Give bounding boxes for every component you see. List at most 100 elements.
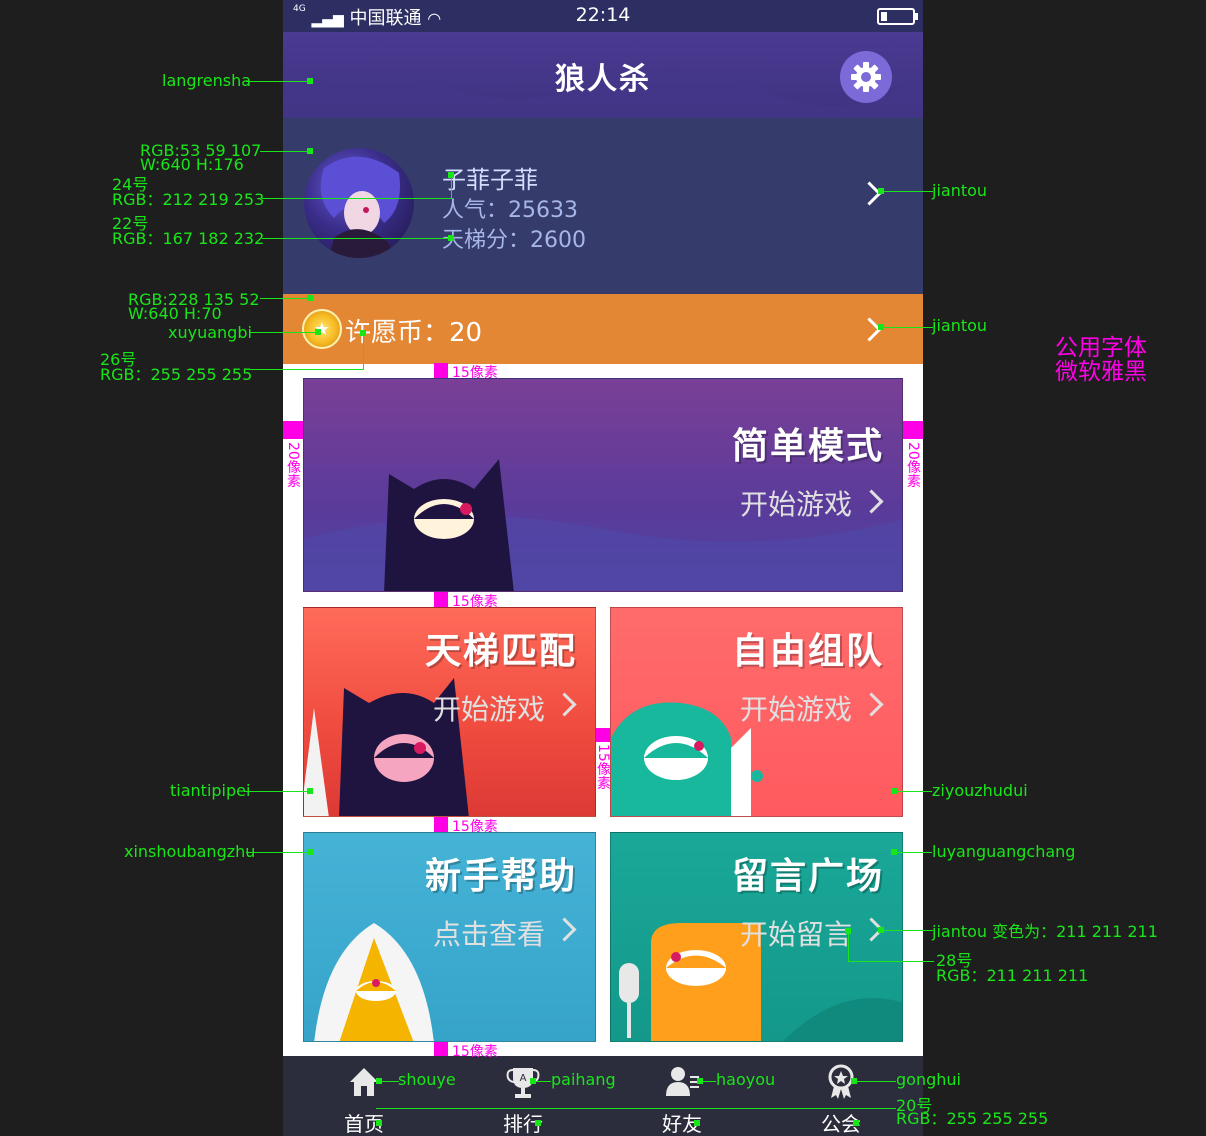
annotation-line — [260, 151, 310, 152]
card-action: 开始留言 — [739, 918, 852, 951]
simple-mode-card[interactable]: 简单模式 开始游戏 — [303, 378, 903, 592]
card-action: 点击查看 — [432, 918, 545, 951]
annotation-dot — [448, 235, 454, 241]
annotation-dot — [448, 172, 454, 178]
tab-label: 好友 — [662, 1112, 702, 1136]
annotation-paihang: paihang — [551, 1070, 616, 1089]
annotation-dot — [307, 849, 313, 855]
status-bar: 4G ▂▄▆ 中国联通 ◠ 22:14 — [283, 0, 923, 32]
annotation-luyanguangchang: luyanguangchang — [932, 842, 1076, 861]
annotation-line — [451, 175, 452, 199]
tab-ranking[interactable]: A 排行 — [473, 1056, 573, 1136]
annotation-line — [881, 930, 933, 931]
annotation-line — [379, 1081, 399, 1082]
annotation-tab-rgb: RGB：255 255 255 — [896, 1109, 1049, 1128]
spacing-label: 15像素 — [452, 1044, 498, 1060]
annotation-line — [848, 961, 934, 962]
font-note-line: 微软雅黑 — [1055, 359, 1147, 385]
spacing-label: 20像素 — [285, 442, 301, 488]
avatar[interactable] — [304, 148, 414, 258]
annotation-xinshoubangzhu: xinshoubangzhu — [124, 842, 256, 861]
tab-label: 排行 — [503, 1112, 543, 1136]
font-note-line: 公用字体 — [1055, 335, 1147, 361]
annotation-ziyouzhudui: ziyouzhudui — [932, 781, 1028, 800]
annotation-coin-size: W:640 H:70 — [128, 304, 222, 323]
annotation-line — [246, 852, 310, 853]
annotation-line — [881, 191, 933, 192]
annotation-tiantipipei: tiantipipei — [170, 781, 251, 800]
ladder-match-card[interactable]: 天梯匹配 开始游戏 — [303, 607, 596, 817]
annotation-line — [894, 791, 932, 792]
spacing-marker — [434, 1042, 448, 1056]
battery-icon — [877, 8, 918, 25]
annotation-line — [700, 1081, 716, 1082]
annotation-stat-rgb: RGB：167 182 232 — [112, 229, 265, 248]
annotation-line — [533, 1081, 551, 1082]
annotation-line — [250, 332, 318, 333]
annotation-line — [854, 1081, 896, 1082]
annotation-action-rgb: RGB：211 211 211 — [936, 966, 1089, 985]
phone-screen: 4G ▂▄▆ 中国联通 ◠ 22:14 狼人杀 子菲子菲 人气：25633 天梯… — [283, 0, 923, 1136]
card-title: 简单模式 — [731, 426, 884, 467]
annotation-langrensha: langrensha — [162, 71, 252, 90]
page-title: 狼人杀 — [555, 62, 651, 97]
annotation-dot — [307, 148, 313, 154]
annotation-dot — [315, 329, 321, 335]
ladder-score: 天梯分：2600 — [442, 228, 586, 253]
annotation-xuyuangbi: xuyuangbi — [168, 323, 252, 342]
annotation-dot — [535, 1120, 541, 1126]
card-title: 天梯匹配 — [424, 631, 577, 672]
tab-guild[interactable]: 公会 — [791, 1056, 891, 1136]
tab-home[interactable]: 首页 — [314, 1056, 414, 1136]
annotation-jiantou-color: jiantou 变色为：211 211 211 — [932, 922, 1158, 941]
annotation-coin-font-rgb: RGB：255 255 255 — [100, 365, 253, 384]
spacing-marker — [596, 728, 610, 742]
annotation-line — [250, 369, 364, 370]
tab-label: 公会 — [821, 1112, 861, 1136]
spacing-label: 15像素 — [595, 744, 611, 790]
popularity-value: 人气：25633 — [442, 198, 578, 223]
spacing-marker — [434, 592, 448, 607]
card-action: 开始游戏 — [739, 488, 852, 521]
annotation-dot — [307, 788, 313, 794]
free-team-card[interactable]: 自由组队 开始游戏 — [610, 607, 903, 817]
annotation-jiantou: jiantou — [932, 181, 988, 200]
font-note: 公用字体 微软雅黑 — [1055, 336, 1147, 384]
annotation-gonghui: gonghui — [896, 1070, 961, 1089]
annotation-jiantou: jiantou — [932, 316, 988, 335]
card-action: 开始游戏 — [739, 693, 852, 726]
title-bar: 狼人杀 — [283, 32, 923, 118]
annotation-dot — [360, 330, 366, 336]
beginner-help-card[interactable]: 新手帮助 点击查看 — [303, 832, 596, 1042]
annotation-dot — [307, 78, 313, 84]
annotation-dot — [307, 295, 313, 301]
settings-button[interactable] — [840, 51, 892, 103]
spacing-label: 20像素 — [905, 442, 921, 488]
card-title: 新手帮助 — [424, 856, 577, 897]
spacing-marker — [283, 421, 303, 439]
annotation-line — [376, 1108, 896, 1109]
annotation-line — [894, 852, 932, 853]
annotation-dot — [376, 1120, 382, 1126]
annotation-haoyou: haoyou — [716, 1070, 776, 1089]
spacing-label: 15像素 — [452, 819, 498, 835]
avatar-image — [320, 156, 400, 258]
annotation-profile-size: W:640 H:176 — [140, 155, 244, 174]
tab-label: 首页 — [344, 1112, 384, 1136]
spacing-marker — [434, 817, 448, 832]
spacing-label: 15像素 — [452, 365, 498, 381]
annotation-line — [262, 198, 452, 199]
wish-coin-bar[interactable]: ★ 许愿币：20 — [283, 294, 923, 364]
message-plaza-card[interactable]: 留言广场 开始留言 — [610, 832, 903, 1042]
profile-panel[interactable]: 子菲子菲 人气：25633 天梯分：2600 — [283, 118, 923, 294]
player-name: 子菲子菲 — [442, 166, 538, 194]
annotation-dot — [853, 1120, 859, 1126]
annotation-name-rgb: RGB：212 219 253 — [112, 190, 265, 209]
gear-icon — [851, 62, 881, 92]
card-title: 留言广场 — [731, 856, 884, 897]
tab-friends[interactable]: 好友 — [632, 1056, 732, 1136]
annotation-shouye: shouye — [398, 1070, 456, 1089]
annotation-dot — [694, 1120, 700, 1126]
spacing-marker — [903, 421, 923, 439]
coin-icon: ★ — [302, 309, 342, 349]
